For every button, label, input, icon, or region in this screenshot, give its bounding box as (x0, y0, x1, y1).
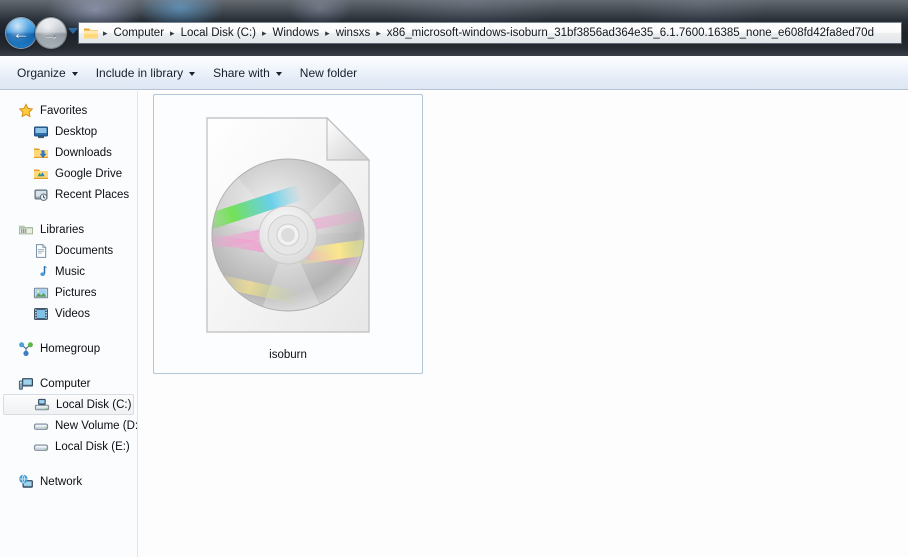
sidebar-label: New Volume (D: (55, 419, 137, 432)
navigation-pane[interactable]: Favorites Desktop Downloads Google Drive (0, 91, 138, 557)
breadcrumb-windows[interactable]: Windows (268, 23, 325, 43)
sidebar-group-homegroup[interactable]: Homegroup (0, 338, 137, 359)
new-folder-label: New folder (299, 65, 358, 80)
address-bar[interactable]: ▸ Computer ▸ Local Disk (C:) ▸ Windows ▸… (78, 22, 902, 44)
file-list-pane[interactable]: isoburn (138, 91, 908, 557)
sidebar-label: Videos (55, 307, 90, 320)
sidebar-label: Pictures (55, 286, 97, 299)
sidebar-label: Google Drive (55, 167, 123, 180)
sidebar-label: Network (40, 475, 83, 488)
music-note-icon (33, 264, 49, 280)
chevron-down-icon (71, 71, 78, 76)
organize-label: Organize (17, 65, 66, 80)
sidebar-divider (0, 457, 137, 471)
breadcrumb-computer[interactable]: Computer (109, 23, 170, 43)
sidebar-item-local-disk-c[interactable]: Local Disk (C:) (3, 394, 134, 415)
sidebar-label: Libraries (40, 223, 85, 236)
sidebar-label: Homegroup (40, 342, 101, 355)
window-body: Favorites Desktop Downloads Google Drive (0, 91, 908, 557)
system-drive-icon (34, 397, 50, 413)
back-arrow-icon: ← (12, 23, 30, 43)
sidebar-item-documents[interactable]: Documents (0, 240, 137, 261)
file-name-label: isoburn (269, 349, 307, 361)
forward-button[interactable]: → (36, 18, 66, 48)
sidebar-item-videos[interactable]: Videos (0, 303, 137, 324)
desktop-icon (33, 124, 49, 140)
sidebar-label: Documents (55, 244, 114, 257)
libraries-icon (18, 222, 34, 238)
share-with-label: Share with (213, 65, 270, 80)
sidebar-label: Local Disk (E:) (55, 440, 130, 453)
back-button[interactable]: ← (6, 18, 36, 48)
star-icon (18, 102, 34, 119)
recent-places-icon (33, 187, 49, 203)
command-toolbar: Organize Include in library Share with N… (0, 56, 908, 90)
breadcrumb-winsxs[interactable]: winsxs (331, 23, 376, 43)
sidebar-item-desktop[interactable]: Desktop (0, 121, 137, 142)
sidebar-label: Local Disk (C:) (56, 398, 132, 411)
recent-pages-chevron-down-icon[interactable] (68, 28, 78, 34)
explorer-window: ← → ▸ Computer ▸ Local Disk (C:) ▸ Windo… (0, 0, 908, 557)
sidebar-item-google-drive[interactable]: Google Drive (0, 163, 137, 184)
breadcrumb-current-folder[interactable]: x86_microsoft-windows-isoburn_31bf3856ad… (382, 23, 879, 43)
forward-arrow-icon: → (42, 23, 60, 43)
sidebar-item-new-volume-d[interactable]: New Volume (D: (0, 415, 137, 436)
network-icon (18, 474, 34, 490)
sidebar-divider (0, 205, 137, 219)
folder-icon (83, 26, 99, 40)
sidebar-label: Favorites (40, 104, 88, 117)
computer-icon (18, 376, 34, 392)
documents-icon (33, 243, 49, 259)
sidebar-divider (0, 359, 137, 373)
new-folder-button[interactable]: New folder (291, 61, 366, 85)
chevron-down-icon (275, 71, 282, 76)
include-in-library-button[interactable]: Include in library (87, 61, 204, 85)
list-item[interactable]: isoburn (153, 94, 423, 374)
sidebar-item-downloads[interactable]: Downloads (0, 142, 137, 163)
sidebar-item-music[interactable]: Music (0, 261, 137, 282)
sidebar-label: Downloads (55, 146, 112, 159)
sidebar-label: Desktop (55, 125, 98, 138)
sidebar-item-local-disk-e[interactable]: Local Disk (E:) (0, 436, 137, 457)
share-with-button[interactable]: Share with (204, 61, 291, 85)
chevron-down-icon (189, 71, 196, 76)
sidebar-item-pictures[interactable]: Pictures (0, 282, 137, 303)
google-drive-folder-icon (33, 166, 49, 182)
breadcrumb-local-disk-c[interactable]: Local Disk (C:) (176, 23, 261, 43)
videos-film-icon (33, 306, 49, 322)
disc-document-icon (201, 112, 375, 338)
sidebar-item-recent-places[interactable]: Recent Places (0, 184, 137, 205)
organize-button[interactable]: Organize (8, 61, 87, 85)
include-in-library-label: Include in library (95, 65, 184, 80)
pictures-icon (33, 285, 49, 301)
drive-icon (33, 418, 49, 434)
sidebar-divider (0, 324, 137, 338)
downloads-folder-icon (33, 145, 49, 161)
sidebar-group-computer[interactable]: Computer (0, 373, 137, 394)
drive-icon (33, 439, 49, 455)
sidebar-label: Music (55, 265, 86, 278)
homegroup-icon (18, 341, 34, 357)
sidebar-group-network[interactable]: Network (0, 471, 137, 492)
sidebar-label: Recent Places (55, 188, 130, 201)
sidebar-group-libraries[interactable]: Libraries (0, 219, 137, 240)
sidebar-label: Computer (40, 377, 91, 390)
sidebar-group-favorites[interactable]: Favorites (0, 100, 137, 121)
